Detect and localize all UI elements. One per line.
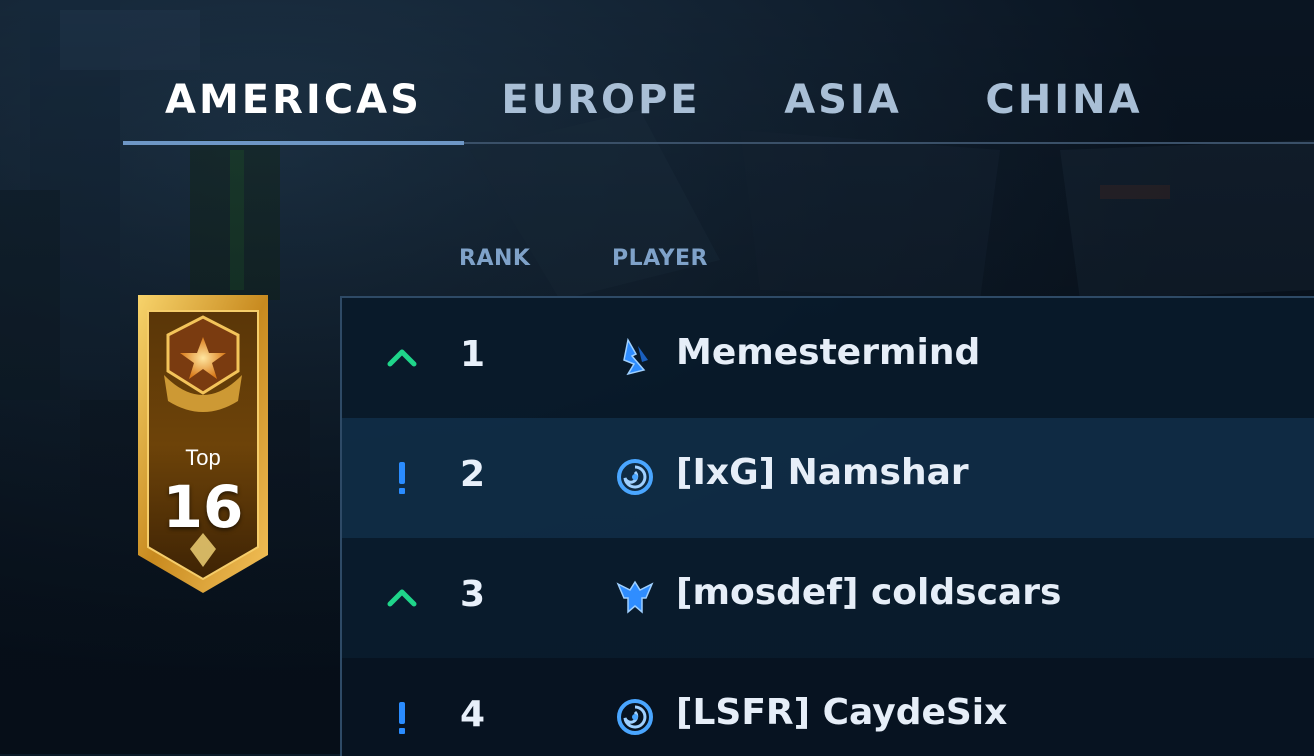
player-name[interactable]: [IxG] Namshar [676,452,969,493]
table-row[interactable]: 4 [LSFR] CaydeSix [342,658,1314,756]
tab-americas[interactable]: AMERICAS [123,60,464,140]
active-tab-indicator [123,141,464,145]
table-row[interactable]: 1 Memestermind [342,298,1314,418]
rank-value: 1 [460,334,486,375]
tab-asia[interactable]: ASIA [773,60,913,140]
zerg-race-icon [614,696,656,738]
trend-up-icon [384,578,420,618]
player-name[interactable]: Memestermind [676,332,980,373]
region-tabs: AMERICAS EUROPE ASIA CHINA [123,60,1314,145]
grandmaster-emblem-icon [138,295,268,593]
table-row[interactable]: 2 [IxG] Namshar [342,418,1314,538]
rank-value: 2 [460,454,486,495]
badge-label: Top [185,445,221,470]
tab-europe[interactable]: EUROPE [495,60,707,140]
zerg-race-icon [614,456,656,498]
tab-china[interactable]: CHINA [979,60,1149,140]
rank-value: 3 [460,574,486,615]
badge-value: 16 [162,473,244,541]
protoss-race-icon [614,336,656,378]
player-column-header: PLAYER [612,246,708,271]
trend-up-icon [384,338,420,378]
league-badge: Top 16 [134,293,272,595]
rank-column-header: RANK [459,246,531,271]
new-entry-icon [384,458,420,498]
table-row[interactable]: 3 [mosdef] coldscars [342,538,1314,658]
player-name[interactable]: [mosdef] coldscars [676,572,1061,613]
new-entry-icon [384,698,420,738]
terran-race-icon [614,576,656,618]
leaderboard-table: 1 Memestermind 2 [IxG] Namshar 3 [mosdef… [340,296,1314,756]
rank-value: 4 [460,694,486,735]
player-name[interactable]: [LSFR] CaydeSix [676,692,1007,733]
